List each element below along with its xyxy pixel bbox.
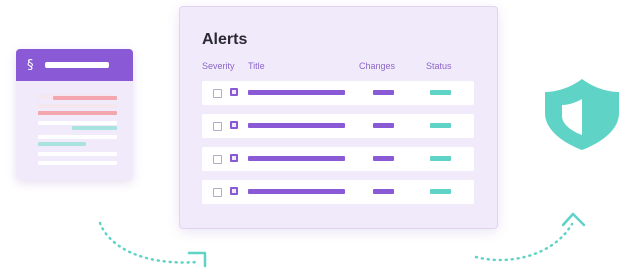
document-line xyxy=(38,121,117,125)
alert-changes-placeholder xyxy=(373,90,394,95)
severity-icon xyxy=(230,154,238,162)
alert-status-badge xyxy=(430,156,451,161)
document-line-highlighted xyxy=(38,111,117,115)
document-line xyxy=(38,152,117,156)
alert-title-placeholder xyxy=(248,123,345,128)
shield-icon xyxy=(545,79,619,150)
alert-title-placeholder xyxy=(248,156,345,161)
alert-changes-placeholder xyxy=(373,189,394,194)
document-line-teal xyxy=(38,142,86,146)
alert-title-placeholder xyxy=(248,189,345,194)
column-header-changes[interactable]: Changes xyxy=(359,61,395,71)
dotted-arrow-icon xyxy=(98,221,207,268)
table-row[interactable] xyxy=(202,147,474,171)
alerts-panel: Alerts Severity Title Changes Status xyxy=(179,6,498,229)
alert-changes-placeholder xyxy=(373,123,394,128)
document-title-placeholder xyxy=(44,62,109,68)
document-card: § xyxy=(16,49,133,180)
table-row[interactable] xyxy=(202,180,474,204)
alert-status-badge xyxy=(430,123,451,128)
alert-status-badge xyxy=(430,90,451,95)
alerts-title: Alerts xyxy=(202,31,248,48)
severity-icon xyxy=(230,187,238,195)
row-checkbox[interactable] xyxy=(213,155,222,164)
document-line xyxy=(38,161,117,165)
row-checkbox[interactable] xyxy=(213,89,222,98)
document-line xyxy=(38,104,117,108)
row-checkbox[interactable] xyxy=(213,188,222,197)
row-checkbox[interactable] xyxy=(213,122,222,131)
severity-icon xyxy=(230,88,238,96)
document-line-teal xyxy=(72,126,117,130)
section-icon: § xyxy=(27,57,34,73)
table-row[interactable] xyxy=(202,114,474,138)
document-card-header: § xyxy=(16,49,133,81)
alert-title-placeholder xyxy=(248,90,345,95)
table-row[interactable] xyxy=(202,81,474,105)
alert-changes-placeholder xyxy=(373,156,394,161)
alert-status-badge xyxy=(430,189,451,194)
column-header-severity[interactable]: Severity xyxy=(202,61,235,71)
column-header-title[interactable]: Title xyxy=(248,61,265,71)
document-line xyxy=(38,135,117,139)
column-header-status[interactable]: Status xyxy=(426,61,452,71)
severity-icon xyxy=(230,121,238,129)
document-line-highlighted xyxy=(53,96,117,100)
